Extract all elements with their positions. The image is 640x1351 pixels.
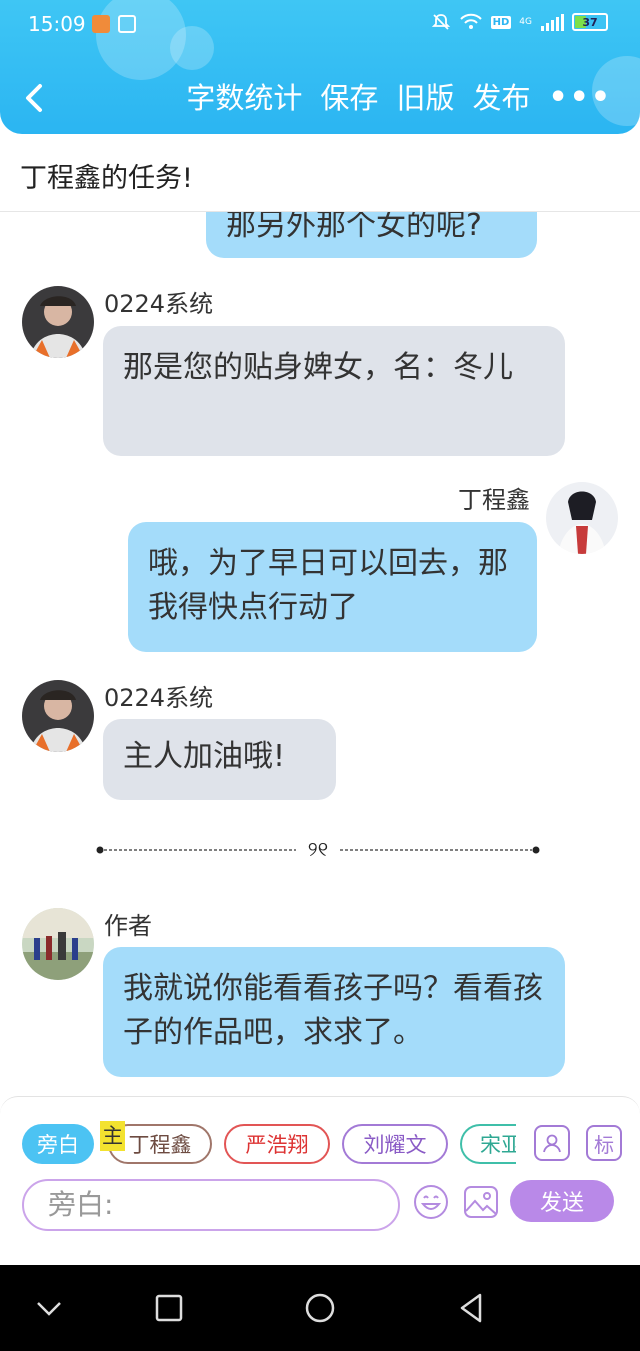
app-header: 15:09 HD 4G 37 字数统计 保存 旧版 发布 ••• — [0, 0, 640, 134]
role-chip[interactable]: 刘耀文 — [342, 1124, 448, 1164]
mute-bell-icon — [431, 14, 450, 30]
message-text: 我就说你能看看孩子吗？看看孩子的作品吧，求求了。 — [123, 971, 543, 1050]
more-menu-icon[interactable]: ••• — [548, 80, 612, 116]
signal-icon — [541, 14, 564, 31]
message-bubble[interactable]: 主人加油哦! — [103, 719, 336, 800]
message-text: 主人加油哦! — [123, 739, 286, 774]
role-chip[interactable]: 宋亚 — [460, 1124, 516, 1164]
message-text: 哦，为了早日可以回去，那我得快点行动了 — [148, 546, 508, 625]
message-text: 那是您的贴身婢女，名：冬儿 — [123, 350, 513, 385]
avatar-system[interactable] — [22, 680, 94, 752]
send-button[interactable]: 发送 — [510, 1180, 614, 1222]
message-bubble[interactable]: 那另外那个女的呢? — [206, 212, 537, 258]
download-notification-icon — [118, 15, 136, 33]
tag-button[interactable]: 标 — [586, 1125, 622, 1161]
old-version-button[interactable]: 旧版 — [396, 78, 454, 118]
home-icon[interactable] — [303, 1291, 337, 1325]
story-title: 丁程鑫的任务! — [20, 163, 193, 194]
status-icons: HD 4G 37 — [431, 12, 608, 32]
sender-name: 丁程鑫 — [458, 486, 530, 514]
battery-icon: 37 — [572, 13, 608, 31]
save-button[interactable]: 保存 — [320, 78, 378, 118]
word-count-button[interactable]: 字数统计 — [186, 78, 302, 118]
header-actions: 字数统计 保存 旧版 发布 ••• — [186, 78, 612, 118]
story-title-bar[interactable]: 丁程鑫的任务! — [0, 134, 640, 212]
section-divider: ୨୧ — [96, 840, 540, 860]
system-nav-bar — [0, 1265, 640, 1351]
status-bar: 15:09 HD 4G 37 — [0, 0, 640, 50]
narration-input[interactable]: 旁白: — [22, 1179, 400, 1231]
image-icon[interactable] — [462, 1183, 500, 1221]
collapse-chevron-icon[interactable] — [32, 1291, 66, 1325]
sender-name: 作者 — [104, 912, 152, 940]
screen: 15:09 HD 4G 37 字数统计 保存 旧版 发布 ••• 丁程鑫的任务!… — [0, 0, 640, 1351]
narration-chip[interactable]: 旁白 — [22, 1124, 94, 1164]
wifi-icon — [459, 13, 482, 29]
hd-indicator: HD — [490, 15, 512, 29]
sender-name: 0224系统 — [104, 684, 214, 712]
main-role-tag: 主 — [100, 1121, 125, 1151]
status-time: 15:09 — [28, 12, 86, 36]
recent-apps-icon[interactable] — [152, 1291, 186, 1325]
role-chip[interactable]: 严浩翔 — [224, 1124, 330, 1164]
avatar-author[interactable] — [22, 908, 94, 980]
message-bubble[interactable]: 那是您的贴身婢女，名：冬儿 — [103, 326, 565, 456]
message-bubble[interactable]: 我就说你能看看孩子吗？看看孩子的作品吧，求求了。 — [103, 947, 565, 1077]
app-notification-icon — [92, 15, 110, 33]
person-icon — [543, 1134, 561, 1153]
back-chevron-icon[interactable] — [20, 78, 50, 118]
sender-name: 0224系统 — [104, 290, 214, 318]
message-text: 那另外那个女的呢? — [226, 212, 482, 243]
message-bubble[interactable]: 哦，为了早日可以回去，那我得快点行动了 — [128, 522, 537, 652]
avatar-settings-button[interactable] — [534, 1125, 570, 1161]
composer-panel: 旁白 丁程鑫 主 严浩翔 刘耀文 宋亚 标 旁白: 发送 — [0, 1096, 640, 1231]
back-triangle-icon[interactable] — [454, 1291, 488, 1325]
smiley-icon[interactable] — [412, 1183, 450, 1221]
publish-button[interactable]: 发布 — [472, 78, 530, 118]
battery-level: 37 — [582, 15, 598, 29]
network-type: 4G — [519, 17, 532, 27]
chat-area[interactable]: 那另外那个女的呢? 0224系统 那是您的贴身婢女，名：冬儿 丁程鑫 哦，为了早… — [0, 212, 640, 1096]
avatar-ding-chengxin[interactable] — [546, 482, 618, 554]
avatar-system[interactable] — [22, 286, 94, 358]
divider-ornament: ୨୧ — [308, 840, 328, 860]
